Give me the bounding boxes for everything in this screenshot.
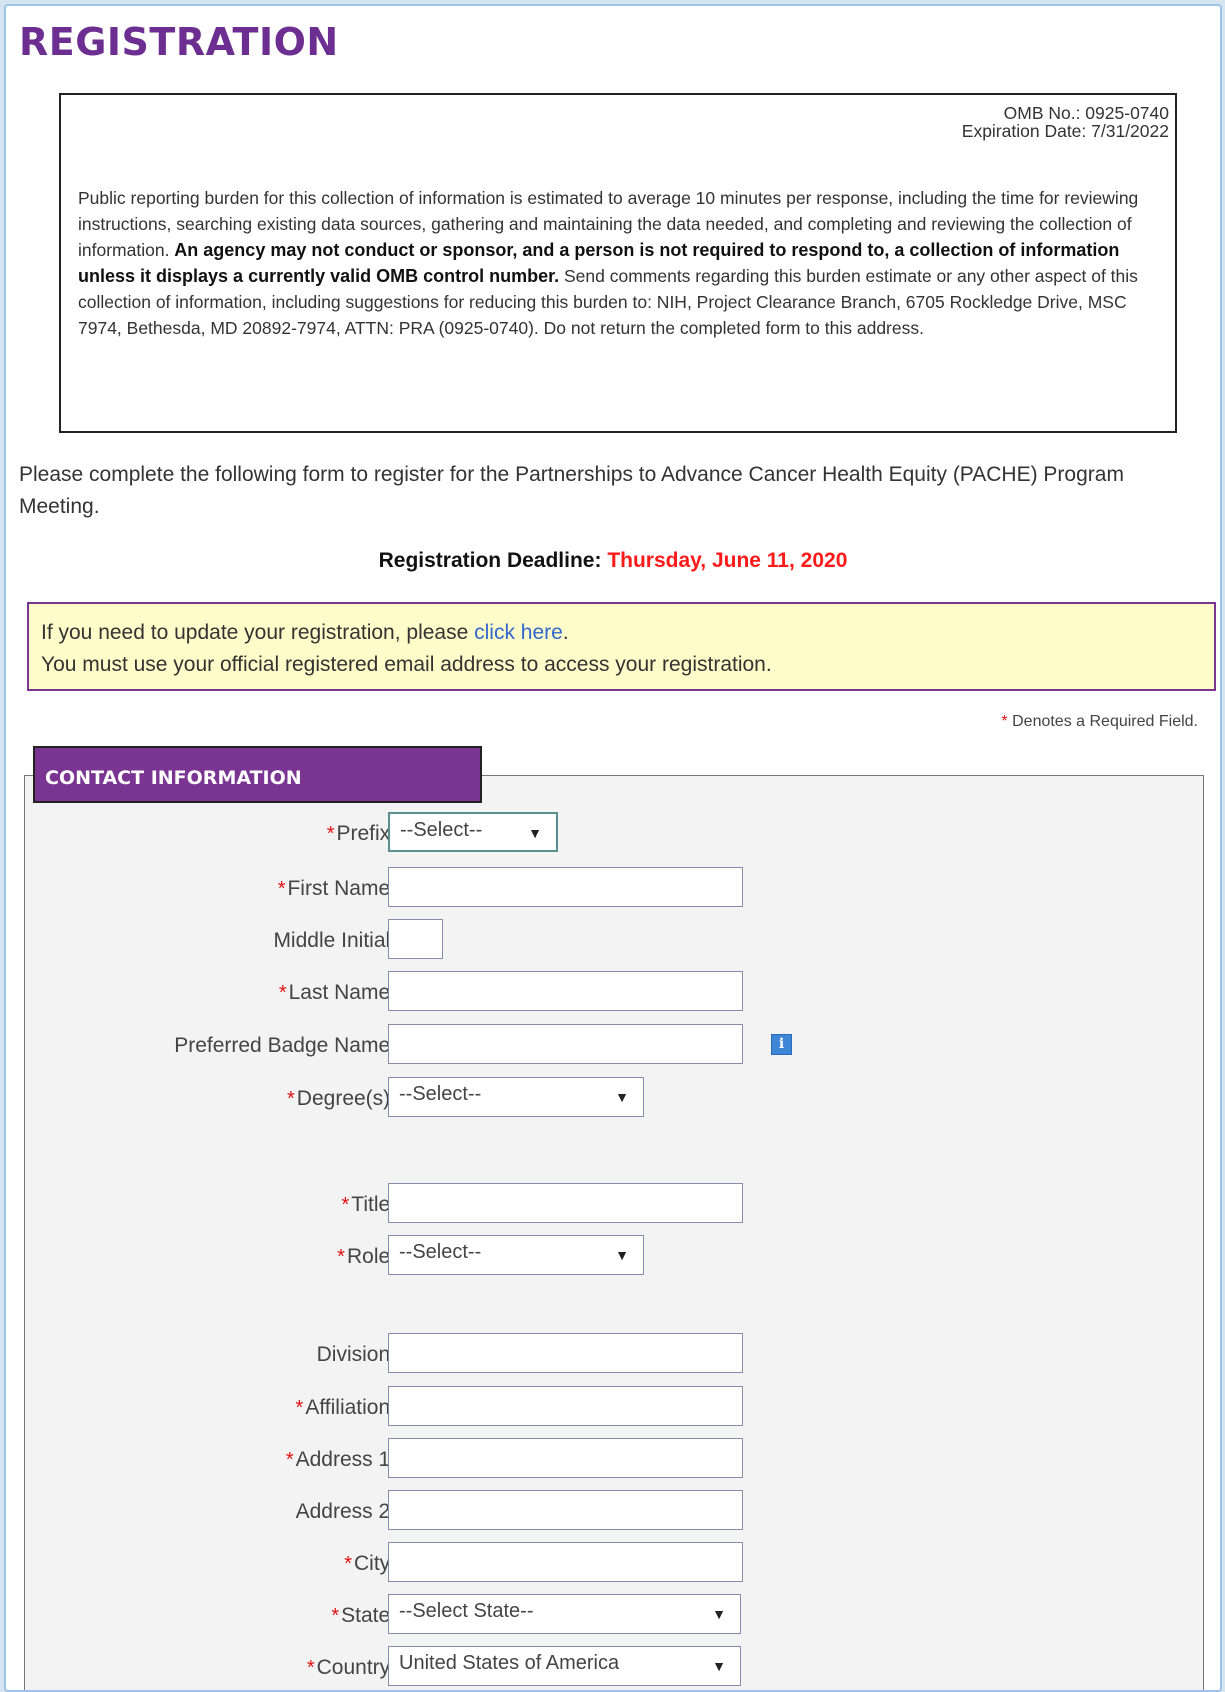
degrees-select-value: --Select-- <box>399 1083 482 1105</box>
last-name-row: *Last Name: <box>25 971 1205 1013</box>
prefix-select[interactable]: --Select-- ▼ <box>388 812 558 852</box>
registration-deadline: Registration Deadline: Thursday, June 11… <box>6 549 1220 573</box>
required-star: * <box>1001 713 1008 730</box>
page-title: REGISTRATION <box>19 20 339 64</box>
division-row: Division: <box>25 1333 1205 1375</box>
degrees-select[interactable]: --Select-- ▼ <box>388 1077 644 1117</box>
affiliation-row: *Affiliation: <box>25 1386 1205 1428</box>
address1-label-text: Address 1: <box>295 1448 396 1471</box>
notice-period: . <box>562 621 569 644</box>
required-star: * <box>331 1605 340 1627</box>
state-select-value: --Select State-- <box>399 1600 534 1622</box>
info-icon[interactable]: i <box>771 1034 792 1055</box>
contact-information-fieldset: *Prefix: --Select-- ▼ *First Name: Middle… <box>24 775 1205 1690</box>
role-row: *Role: --Select-- ▼ <box>25 1235 1205 1277</box>
prefix-select-value: --Select-- <box>400 819 483 841</box>
affiliation-input[interactable] <box>388 1386 743 1426</box>
address2-label: Address 2: <box>295 1500 396 1523</box>
required-star: * <box>306 1657 315 1679</box>
omb-expiration: Expiration Date: 7/31/2022 <box>961 121 1169 141</box>
first-name-input[interactable] <box>388 867 743 907</box>
required-star: * <box>285 1449 294 1471</box>
notice-line-2: You must use your official registered em… <box>41 653 772 676</box>
badge-name-row: Preferred Badge Name: i <box>25 1024 1205 1066</box>
notice-text: If you need to update your registration,… <box>41 621 475 644</box>
first-name-row: *First Name: <box>25 867 1205 909</box>
required-star: * <box>344 1553 352 1575</box>
country-select[interactable]: United States of America ▼ <box>388 1646 741 1686</box>
burden-statement: Public reporting burden for this collect… <box>78 185 1160 341</box>
affiliation-label: *Affiliation: <box>296 1396 396 1420</box>
required-field-note: * Denotes a Required Field. <box>1001 713 1198 731</box>
country-label: *Country: <box>307 1656 396 1680</box>
affiliation-label-text: Affiliation: <box>305 1396 396 1419</box>
required-star: * <box>326 823 335 845</box>
address2-row: Address 2: <box>25 1490 1205 1532</box>
role-select-value: --Select-- <box>399 1241 482 1263</box>
city-input[interactable] <box>388 1542 743 1582</box>
country-row: *Country: United States of America ▼ <box>25 1646 1205 1688</box>
notice-line-1: If you need to update your registration,… <box>41 617 1202 649</box>
address1-input[interactable] <box>388 1438 743 1478</box>
country-label-text: Country: <box>316 1656 396 1679</box>
city-row: *City: <box>25 1542 1205 1584</box>
state-row: *State: --Select State-- ▼ <box>25 1594 1205 1636</box>
last-name-label-text: Last Name: <box>288 981 396 1004</box>
division-label: Division: <box>316 1343 396 1366</box>
badge-name-input[interactable] <box>388 1024 743 1064</box>
degrees-row: *Degree(s): --Select-- ▼ <box>25 1077 1205 1119</box>
required-star: * <box>341 1194 350 1216</box>
click-here-link[interactable]: click here <box>474 621 563 644</box>
middle-initial-label: Middle Initial: <box>273 929 396 952</box>
required-star: * <box>337 1246 345 1268</box>
registration-page: REGISTRATION OMB No.: 0925-0740 Expirati… <box>4 4 1222 1692</box>
omb-info: OMB No.: 0925-0740 Expiration Date: 7/31… <box>962 104 1169 140</box>
middle-initial-row: Middle Initial: <box>25 919 1205 961</box>
contact-information-heading: CONTACT INFORMATION <box>33 746 482 803</box>
first-name-label-text: First Name: <box>287 877 396 900</box>
required-star: * <box>277 878 286 900</box>
omb-notice-box: OMB No.: 0925-0740 Expiration Date: 7/31… <box>59 93 1177 433</box>
first-name-label: *First Name: <box>278 877 396 901</box>
degrees-label: *Degree(s): <box>287 1087 396 1111</box>
role-select[interactable]: --Select-- ▼ <box>388 1235 644 1275</box>
state-select[interactable]: --Select State-- ▼ <box>388 1594 741 1634</box>
chevron-down-icon: ▼ <box>528 825 542 841</box>
deadline-date: Thursday, June 11, 2020 <box>607 549 848 572</box>
omb-number: OMB No.: 0925-0740 <box>1003 103 1169 123</box>
chevron-down-icon: ▼ <box>615 1247 629 1263</box>
address2-input[interactable] <box>388 1490 743 1530</box>
prefix-row: *Prefix: --Select-- ▼ <box>25 812 1205 854</box>
middle-initial-input[interactable] <box>388 919 443 959</box>
required-star: * <box>287 1088 295 1110</box>
country-select-value: United States of America <box>399 1652 620 1674</box>
chevron-down-icon: ▼ <box>712 1606 726 1622</box>
chevron-down-icon: ▼ <box>615 1089 629 1105</box>
address1-row: *Address 1: <box>25 1438 1205 1480</box>
required-star: * <box>278 982 287 1004</box>
required-star: * <box>295 1397 304 1419</box>
required-note-text: Denotes a Required Field. <box>1012 713 1198 730</box>
chevron-down-icon: ▼ <box>712 1658 726 1674</box>
degrees-label-text: Degree(s): <box>296 1087 396 1110</box>
update-registration-notice: If you need to update your registration,… <box>27 602 1216 691</box>
address1-label: *Address 1: <box>286 1448 396 1472</box>
division-input[interactable] <box>388 1333 743 1373</box>
last-name-input[interactable] <box>388 971 743 1011</box>
badge-name-label: Preferred Badge Name: <box>174 1034 396 1057</box>
title-input[interactable] <box>388 1183 743 1223</box>
state-label: *State: <box>331 1604 396 1628</box>
title-row: *Title: <box>25 1183 1205 1225</box>
deadline-label: Registration Deadline: <box>378 549 602 572</box>
intro-text: Please complete the following form to re… <box>19 463 1124 518</box>
prefix-label: *Prefix: <box>327 822 396 846</box>
last-name-label: *Last Name: <box>279 981 396 1005</box>
